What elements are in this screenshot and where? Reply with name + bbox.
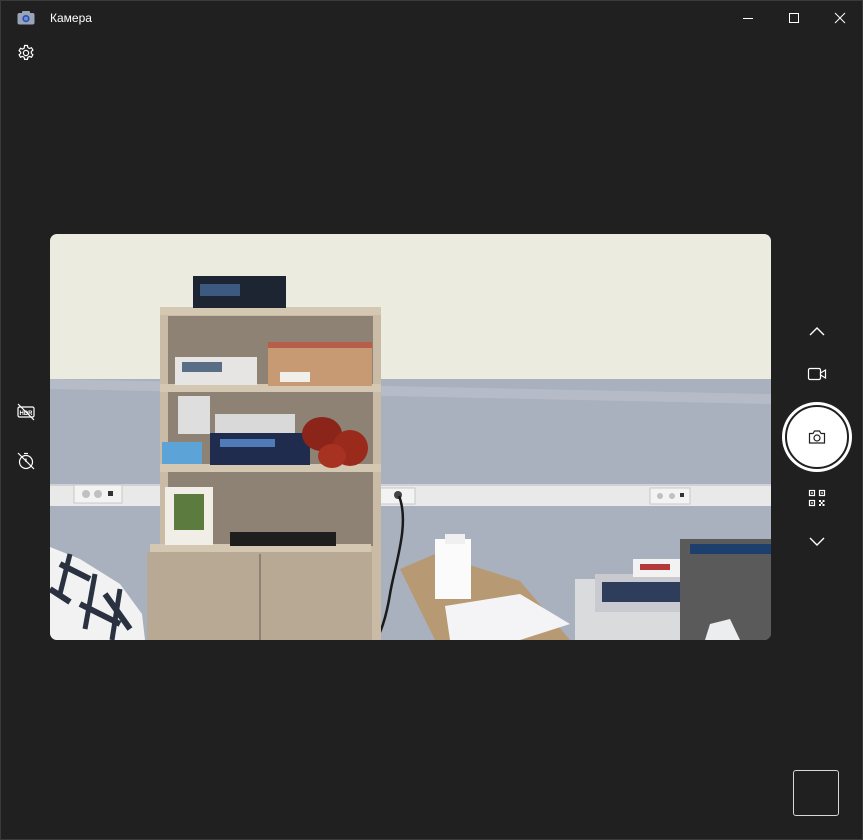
camera-icon (808, 430, 826, 444)
camera-window: Камера HDR (0, 0, 863, 840)
chevron-down-icon (809, 537, 825, 546)
qr-code-icon (808, 489, 826, 507)
camera-preview[interactable] (50, 234, 771, 640)
minimize-icon (743, 18, 753, 19)
maximize-icon (789, 13, 799, 23)
close-icon (834, 12, 846, 24)
chevron-up-icon (809, 327, 825, 336)
maximize-button[interactable] (771, 1, 817, 35)
timer-off-icon (17, 452, 35, 470)
last-capture-thumbnail[interactable] (793, 770, 839, 816)
gear-icon (18, 44, 34, 60)
scroll-up-button[interactable] (804, 318, 830, 344)
video-mode-icon (807, 367, 827, 381)
settings-button[interactable] (14, 41, 38, 65)
window-title: Камера (50, 11, 92, 25)
hdr-off-icon: HDR (17, 403, 35, 421)
camera-app-icon (17, 11, 35, 25)
minimize-button[interactable] (725, 1, 771, 35)
close-button[interactable] (817, 1, 863, 35)
video-mode-button[interactable] (804, 361, 830, 387)
preview-image (50, 234, 771, 640)
shutter-ring (785, 405, 849, 469)
scroll-down-button[interactable] (804, 528, 830, 554)
photo-shutter-button[interactable] (782, 402, 852, 472)
timer-button[interactable] (14, 449, 38, 473)
hdr-button[interactable]: HDR (14, 400, 38, 424)
qr-code-button[interactable] (804, 485, 830, 511)
title-bar: Камера (1, 1, 862, 35)
